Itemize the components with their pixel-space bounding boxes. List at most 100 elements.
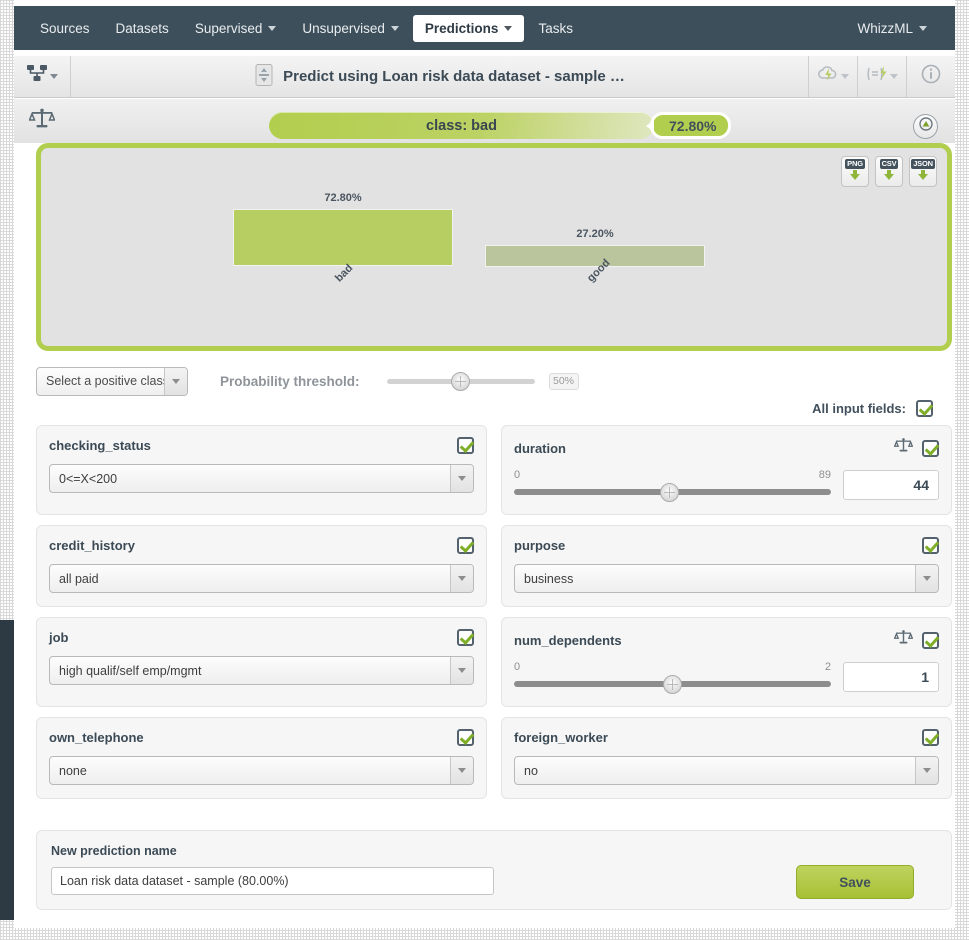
chevron-down-icon bbox=[390, 25, 399, 31]
info-button[interactable] bbox=[906, 56, 955, 97]
all-input-fields-checkbox[interactable] bbox=[916, 400, 933, 417]
nav-item-sources[interactable]: Sources bbox=[28, 15, 102, 42]
field-select-checking_status[interactable]: 0<=X<200 bbox=[49, 464, 474, 493]
download-arrow-icon bbox=[918, 169, 928, 180]
field-card-job: job high qualif/self emp/mgmt bbox=[36, 617, 487, 707]
script-lightning-icon bbox=[866, 65, 888, 88]
field-header-icons bbox=[893, 629, 939, 651]
collapse-panel-button[interactable] bbox=[913, 114, 938, 139]
field-checkbox[interactable] bbox=[457, 437, 474, 454]
field-label: checking_status bbox=[49, 438, 151, 453]
chevron-down-icon bbox=[841, 74, 849, 79]
cloud-lightning-button[interactable] bbox=[808, 56, 857, 97]
nav-item-unsupervised[interactable]: Unsupervised bbox=[290, 15, 411, 42]
chart-bar-good[interactable] bbox=[485, 245, 705, 267]
field-input-num_dependents[interactable]: 1 bbox=[843, 662, 939, 692]
info-icon bbox=[921, 64, 941, 89]
chevron-down-icon bbox=[268, 25, 277, 31]
prediction-icon bbox=[254, 63, 274, 90]
left-dark-strip bbox=[0, 620, 14, 920]
prediction-name-label: New prediction name bbox=[51, 844, 177, 858]
field-value: high qualif/self emp/mgmt bbox=[59, 663, 202, 678]
field-min-value: 0 bbox=[514, 661, 521, 673]
positive-class-select[interactable]: Select a positive class bbox=[36, 366, 188, 396]
prediction-chart-panel: PNG CSV JSON 72.80% bad 27.20% good bbox=[36, 143, 952, 351]
field-select-purpose[interactable]: business bbox=[514, 564, 939, 593]
chart-bar-value-label: 27.20% bbox=[576, 228, 614, 240]
field-select-own_telephone[interactable]: none bbox=[49, 756, 474, 785]
field-header-icons bbox=[893, 437, 939, 459]
scales-button[interactable] bbox=[14, 107, 70, 136]
prediction-name-input[interactable]: Loan risk data dataset - sample (80.00%) bbox=[51, 867, 494, 895]
scales-icon[interactable] bbox=[893, 629, 914, 651]
predicted-class-label: class: bad bbox=[426, 117, 497, 134]
field-header: duration bbox=[514, 437, 939, 459]
field-label: duration bbox=[514, 440, 566, 456]
field-checkbox[interactable] bbox=[922, 537, 939, 554]
nav-item-tasks[interactable]: Tasks bbox=[526, 15, 585, 42]
cloud-lightning-icon bbox=[817, 65, 839, 88]
page-title: Predict using Loan risk data dataset - s… bbox=[283, 68, 625, 85]
toolbar-actions bbox=[808, 56, 955, 97]
all-input-fields-label: All input fields: bbox=[812, 401, 906, 416]
field-max-value: 2 bbox=[824, 661, 831, 673]
chevron-down-icon bbox=[49, 74, 58, 79]
all-input-fields-row: All input fields: bbox=[812, 400, 933, 417]
export-png-button[interactable]: PNG bbox=[841, 156, 869, 187]
field-header: purpose bbox=[514, 537, 939, 554]
export-json-button[interactable]: JSON bbox=[909, 156, 937, 187]
nav-item-label: Unsupervised bbox=[302, 20, 385, 36]
field-row: checking_status 0<=X<200 duration 0 89 4… bbox=[36, 425, 952, 515]
field-header: credit_history bbox=[49, 537, 474, 554]
field-checkbox[interactable] bbox=[922, 631, 939, 649]
slider-knob[interactable] bbox=[451, 371, 471, 391]
chevron-down-icon bbox=[450, 657, 473, 684]
field-header-icons bbox=[457, 629, 474, 646]
model-selector-button[interactable] bbox=[14, 56, 71, 97]
nav-item-whizzml[interactable]: WhizzML bbox=[845, 15, 939, 42]
field-numeric-duration: 0 89 44 bbox=[514, 469, 939, 502]
script-lightning-button[interactable] bbox=[857, 56, 906, 97]
save-button-label: Save bbox=[839, 874, 871, 890]
field-header-icons bbox=[457, 729, 474, 746]
field-header: checking_status bbox=[49, 437, 474, 454]
nav-item-supervised[interactable]: Supervised bbox=[183, 15, 289, 42]
field-checkbox[interactable] bbox=[457, 629, 474, 646]
field-checkbox[interactable] bbox=[457, 537, 474, 554]
slider-knob[interactable] bbox=[663, 674, 682, 694]
field-card-num_dependents: num_dependents 0 2 1 bbox=[501, 617, 952, 707]
nav-item-datasets[interactable]: Datasets bbox=[104, 15, 181, 42]
probability-threshold-slider[interactable] bbox=[386, 371, 535, 391]
predicted-class-chip[interactable]: class: bad bbox=[269, 112, 654, 139]
download-arrow-icon bbox=[850, 169, 860, 180]
chart-bar-bad[interactable] bbox=[233, 209, 453, 266]
nav-item-label: Predictions bbox=[424, 20, 499, 36]
prediction-result-group: class: bad 72.80% bbox=[269, 112, 732, 139]
field-checkbox[interactable] bbox=[922, 729, 939, 746]
field-input-duration[interactable]: 44 bbox=[843, 470, 939, 500]
field-label: foreign_worker bbox=[514, 730, 608, 745]
field-select-credit_history[interactable]: all paid bbox=[49, 564, 474, 593]
chart-export-buttons: PNG CSV JSON bbox=[841, 156, 937, 187]
field-numeric-num_dependents: 0 2 1 bbox=[514, 661, 939, 694]
chevron-down-icon bbox=[450, 757, 473, 784]
prediction-name-group: New prediction name Loan risk data datas… bbox=[51, 844, 796, 895]
nav-item-predictions[interactable]: Predictions bbox=[412, 14, 525, 42]
field-header-icons bbox=[922, 537, 939, 554]
field-header-icons bbox=[457, 437, 474, 454]
resource-title-group: Predict using Loan risk data dataset - s… bbox=[71, 63, 808, 90]
field-checkbox[interactable] bbox=[922, 439, 939, 457]
field-label: credit_history bbox=[49, 538, 135, 553]
new-prediction-panel: New prediction name Loan risk data datas… bbox=[36, 830, 952, 910]
field-value: business bbox=[524, 571, 574, 586]
field-checkbox[interactable] bbox=[457, 729, 474, 746]
field-select-foreign_worker[interactable]: no bbox=[514, 756, 939, 785]
numeric-slider-duration[interactable] bbox=[514, 482, 831, 502]
field-row: credit_history all paid purpose business bbox=[36, 525, 952, 607]
numeric-slider-num_dependents[interactable] bbox=[514, 674, 831, 694]
field-select-job[interactable]: high qualif/self emp/mgmt bbox=[49, 656, 474, 685]
scales-icon[interactable] bbox=[893, 437, 914, 459]
export-csv-button[interactable]: CSV bbox=[875, 156, 903, 187]
save-button[interactable]: Save bbox=[796, 865, 914, 899]
slider-knob[interactable] bbox=[659, 482, 679, 502]
